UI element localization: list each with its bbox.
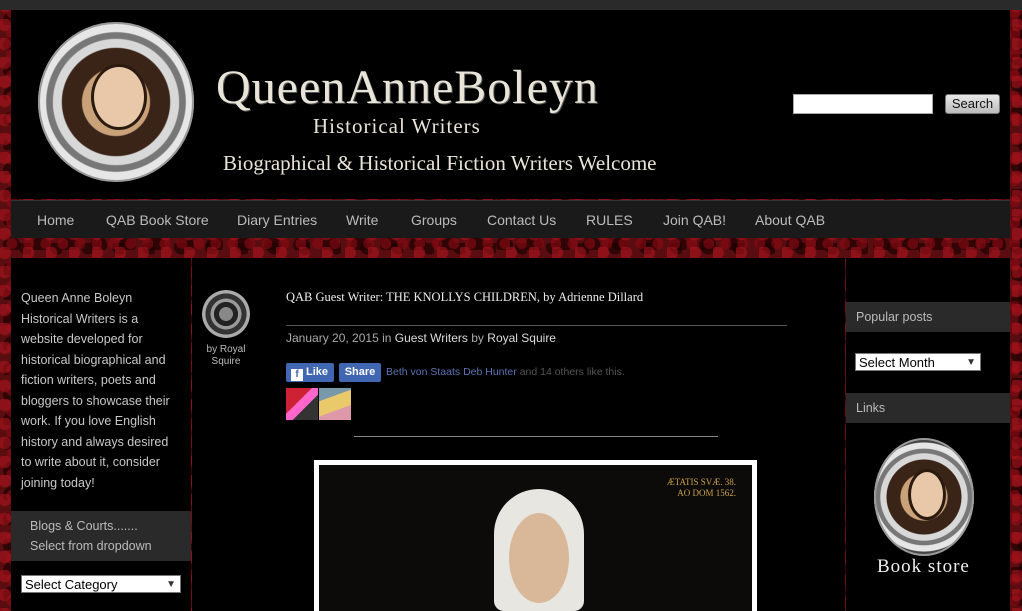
links-title: Links (856, 401, 886, 415)
facebook-likers: Beth von Staats Deb Hunter and 14 others… (386, 366, 625, 378)
left-sidebar: Queen Anne Boleyn Historical Writers is … (11, 258, 191, 611)
author-avatar[interactable] (202, 290, 250, 338)
painting-inscription-line-1: ÆTATIS SVÆ. 38. (666, 477, 736, 487)
search-button[interactable]: Search (945, 94, 1000, 114)
post-title-divider (286, 325, 787, 326)
portrait-face (908, 468, 946, 520)
blogs-courts-title: Blogs & Courts....... (30, 519, 138, 533)
liker-avatar[interactable] (319, 388, 351, 420)
nav-diary-entries[interactable]: Diary Entries (237, 212, 317, 228)
nav-groups[interactable]: Groups (411, 212, 457, 228)
blogs-courts-widget: Blogs & Courts....... Select from dropdo… (11, 511, 191, 561)
likers-others: and 14 others like this. (519, 366, 625, 378)
facebook-share-button[interactable]: Share (339, 363, 381, 382)
liker-link[interactable]: Beth von Staats (386, 366, 460, 378)
main-nav: Home QAB Book Store Diary Entries Write … (11, 200, 1010, 238)
liker-link[interactable]: Deb Hunter (463, 366, 517, 378)
popular-posts-title: Popular posts (856, 310, 933, 324)
chevron-down-icon: ▼ (166, 579, 176, 590)
portrait-image[interactable]: ÆTATIS SVÆ. 38. AO DOM 1562. (314, 460, 757, 611)
book-store-link[interactable]: Book store (877, 556, 970, 578)
popular-posts-widget: Popular posts (846, 302, 1010, 332)
top-bar (0, 0, 1022, 10)
main-content: by Royal Squire QAB Guest Writer: THE KN… (192, 258, 845, 611)
post-meta-by: by (471, 331, 484, 345)
site-tagline: Biographical & Historical Fiction Writer… (223, 151, 657, 175)
links-widget: Links (846, 393, 1010, 423)
facebook-like-label: Like (306, 366, 329, 378)
post-title[interactable]: QAB Guest Writer: THE KNOLLYS CHILDREN, … (286, 290, 643, 305)
site-intro-text: Queen Anne Boleyn Historical Writers is … (21, 291, 170, 490)
nav-write[interactable]: Write (346, 212, 378, 228)
book-store-medallion[interactable] (874, 438, 974, 556)
post-meta: January 20, 2015 in Guest Writers by Roy… (286, 331, 556, 345)
site-subtitle: Historical Writers (313, 114, 481, 138)
search-input[interactable] (793, 94, 933, 114)
facebook-like-button[interactable]: f Like (286, 363, 334, 382)
blogs-courts-subtitle: Select from dropdown (30, 539, 152, 553)
liker-avatar[interactable] (286, 388, 318, 420)
portrait-face (91, 63, 147, 131)
queen-portrait-logo[interactable] (38, 22, 194, 182)
author-label: by Royal Squire (206, 344, 246, 367)
site-title[interactable]: QueenAnneBoleyn (216, 60, 726, 120)
post-date: January 20, 2015 (286, 331, 379, 345)
post-author-link[interactable]: Royal Squire (487, 331, 556, 345)
category-select-value: Select Category (25, 577, 118, 592)
post-meta-in: in (382, 331, 392, 345)
chevron-down-icon: ▼ (966, 357, 976, 368)
category-select[interactable]: Select Category ▼ (21, 575, 181, 593)
nav-about-qab[interactable]: About QAB (755, 212, 825, 228)
content-divider (354, 436, 718, 437)
nav-rules[interactable]: RULES (586, 212, 633, 228)
portrait-painting: ÆTATIS SVÆ. 38. AO DOM 1562. (319, 465, 752, 611)
facebook-icon: f (291, 369, 303, 381)
painting-inscription-line-2: AO DOM 1562. (677, 488, 736, 498)
nav-join-qab[interactable]: Join QAB! (663, 212, 726, 228)
right-sidebar: Popular posts Select Month ▼ Links Book … (846, 258, 1010, 611)
painting-inscription: ÆTATIS SVÆ. 38. AO DOM 1562. (667, 477, 736, 499)
post-category-link[interactable]: Guest Writers (395, 331, 468, 345)
nav-contact-us[interactable]: Contact Us (487, 212, 556, 228)
month-select-value: Select Month (859, 355, 935, 370)
nav-home[interactable]: Home (37, 212, 74, 228)
month-select[interactable]: Select Month ▼ (855, 353, 981, 371)
painting-face (509, 513, 569, 603)
nav-book-store[interactable]: QAB Book Store (106, 212, 209, 228)
